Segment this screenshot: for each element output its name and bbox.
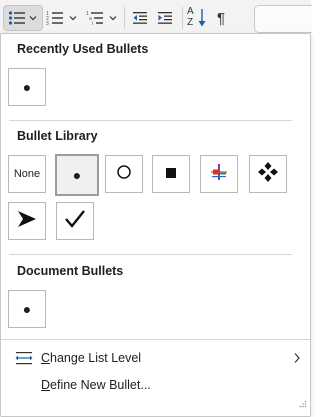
ribbon-separator [182, 7, 183, 29]
ribbon-paragraph-group: 1 2 3 1 a i A Z ¶ [0, 0, 312, 34]
define-new-bullet-label: Define New Bullet... [41, 378, 151, 392]
library-bullet-arrowhead[interactable] [8, 202, 46, 240]
sort-button[interactable]: A Z [187, 5, 207, 31]
filled-circle-icon: ● [72, 167, 82, 183]
ribbon-separator [124, 7, 125, 29]
numbering-list-icon: 1 2 3 [46, 10, 64, 26]
svg-text:i: i [92, 21, 93, 26]
recent-bullet-filled-circle[interactable]: ● [8, 68, 46, 106]
four-diamonds-icon [257, 161, 279, 188]
numbering-button[interactable]: 1 2 3 [46, 5, 78, 31]
increase-indent-icon [157, 10, 173, 26]
section-divider [9, 120, 292, 121]
define-new-bullet-item[interactable]: Define New Bullet... [9, 374, 305, 396]
recently-used-title: Recently Used Bullets [17, 42, 149, 56]
chevron-right-icon [293, 352, 301, 367]
sort-az-icon: A Z [187, 6, 207, 29]
colored-star-arrows-icon [210, 163, 228, 186]
filled-circle-icon: ● [22, 79, 32, 95]
chevron-down-icon[interactable] [108, 13, 118, 23]
sort-letter-a: A [187, 6, 194, 17]
chevron-down-icon[interactable] [68, 13, 78, 23]
change-list-level-label: Change List Level [41, 351, 141, 365]
hollow-circle-icon [116, 164, 132, 185]
decrease-indent-button[interactable] [132, 5, 148, 31]
svg-text:3: 3 [46, 21, 49, 26]
bullets-button[interactable] [3, 5, 43, 31]
multilevel-list-icon: 1 a i [86, 10, 104, 26]
arrowhead-icon [17, 210, 37, 233]
increase-indent-button[interactable] [157, 5, 173, 31]
show-formatting-icon: ¶ [217, 9, 226, 27]
library-bullet-hollow-circle[interactable] [105, 155, 143, 193]
chevron-down-icon[interactable] [28, 13, 38, 23]
bullet-library-title: Bullet Library [17, 129, 98, 143]
checkmark-icon [65, 209, 85, 233]
change-list-level-icon [15, 351, 37, 365]
library-bullet-colored-star[interactable] [200, 155, 238, 193]
access-key: D [41, 378, 51, 392]
library-bullet-checkmark[interactable] [56, 202, 94, 240]
show-formatting-button[interactable]: ¶ [217, 5, 225, 31]
library-bullet-four-diamonds[interactable] [249, 155, 287, 193]
section-divider [9, 254, 292, 255]
label-text: hange List Level [50, 351, 142, 365]
label-text: efine New Bullet... [50, 378, 151, 392]
bullets-dropdown-panel: Recently Used Bullets ● Bullet Library N… [0, 33, 311, 417]
sort-letter-z: Z [187, 17, 194, 28]
decrease-indent-icon [132, 10, 148, 26]
document-bullets-title: Document Bullets [17, 264, 124, 278]
section-divider [1, 339, 310, 340]
filled-square-icon [166, 165, 176, 183]
library-bullet-none[interactable]: None [8, 155, 46, 193]
library-bullet-filled-circle[interactable]: ● [55, 154, 99, 196]
none-label: None [13, 168, 41, 180]
library-bullet-filled-square[interactable] [152, 155, 190, 193]
filled-circle-icon: ● [22, 301, 32, 317]
bullets-list-icon [8, 10, 26, 26]
change-list-level-item[interactable]: Change List Level [9, 347, 305, 369]
document-bullet-filled-circle[interactable]: ● [8, 290, 46, 328]
access-key: C [41, 351, 51, 365]
resize-grip-icon[interactable] [299, 395, 307, 413]
multilevel-list-button[interactable]: 1 a i [86, 5, 118, 31]
styles-gallery-edge[interactable] [254, 5, 312, 33]
